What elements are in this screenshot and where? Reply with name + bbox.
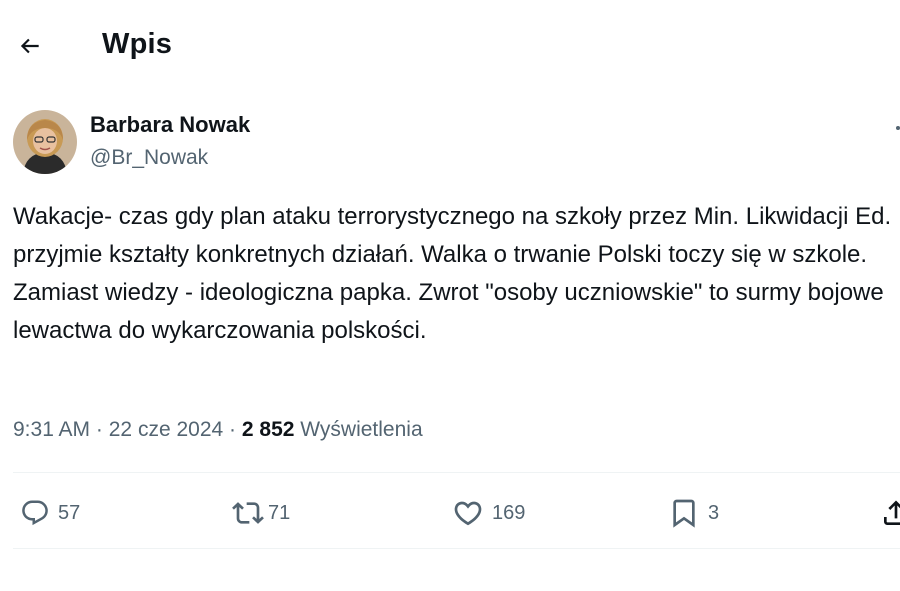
share-button[interactable] [880,490,900,536]
author-name[interactable]: Barbara Nowak [90,112,250,138]
retweet-button[interactable]: 71 [232,490,290,536]
views-count: 2 852 [241,418,295,441]
bookmark-icon [668,497,700,529]
tweet-time[interactable]: 9:31 AM [13,418,90,441]
tweet-text: Wakacje- czas gdy plan ataku terrorystyc… [13,203,892,344]
tweet-date[interactable]: 22 cze 2024 [109,418,223,441]
share-icon [880,497,900,529]
reply-count: 57 [58,501,81,524]
tweet-meta: 9:31 AM · 22 cze 2024 · 2 852 Wyświetlen… [13,418,423,442]
retweet-icon [232,497,264,529]
retweet-count: 71 [268,501,291,524]
bookmark-button[interactable]: 3 [668,490,719,536]
back-button[interactable] [12,30,48,66]
heart-icon [452,497,484,529]
reply-button[interactable]: 57 [20,490,80,536]
profile-photo [13,110,77,174]
author-handle[interactable]: @Br_Nowak [90,146,208,170]
page-title: Wpis [102,28,173,60]
reply-icon [20,498,50,528]
top-bar: Wpis [0,0,900,96]
divider [13,472,900,473]
views-label: Wyświetlenia [300,418,423,441]
meta-separator: · [229,418,237,441]
avatar[interactable] [13,110,77,174]
like-button[interactable]: 169 [452,490,525,536]
meta-separator: · [95,418,103,441]
action-bar: 57 71 169 3 [0,490,900,536]
arrow-left-icon [17,33,43,64]
more-options-icon[interactable] [896,126,900,130]
bookmark-count: 3 [708,501,720,524]
divider [13,548,900,549]
like-count: 169 [492,501,526,524]
